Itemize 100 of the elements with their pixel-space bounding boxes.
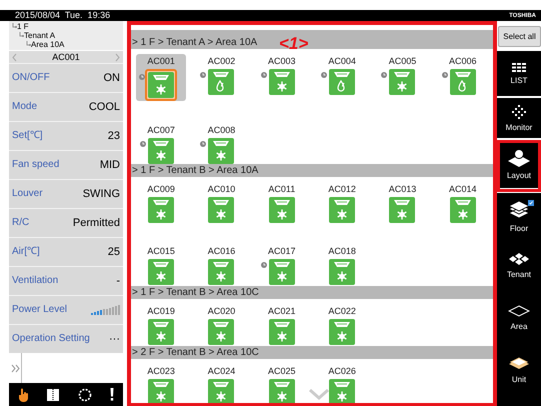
breadcrumb-bar: > 1 F > Tenant B > Area 10C bbox=[131, 286, 493, 299]
ac-unit-icon[interactable] bbox=[148, 72, 174, 98]
property-value[interactable]: ON bbox=[104, 72, 120, 84]
snowflake-icon bbox=[276, 330, 287, 342]
unit-label: AC002 bbox=[208, 56, 236, 67]
ac-unit-icon[interactable] bbox=[208, 379, 234, 403]
property-value[interactable]: 25 bbox=[108, 246, 120, 258]
droplet-icon bbox=[458, 80, 466, 92]
property-value[interactable]: COOL bbox=[88, 102, 120, 112]
ac-unit-icon[interactable] bbox=[329, 259, 356, 285]
annotation-label: <1> bbox=[279, 35, 308, 52]
previous-icon[interactable] bbox=[12, 52, 17, 62]
snowflake-icon bbox=[216, 150, 226, 162]
breadcrumb-bar: > 1 F > Tenant B > Area 10A bbox=[131, 164, 493, 177]
snowflake-icon bbox=[276, 390, 287, 402]
property-value[interactable]: - bbox=[116, 276, 120, 286]
unit-label: AC022 bbox=[328, 306, 356, 317]
unit-label: AC021 bbox=[268, 306, 296, 317]
property-label: Ventilation bbox=[12, 276, 58, 286]
ac-unit-icon[interactable] bbox=[208, 138, 234, 164]
level-button[interactable]: Tenant bbox=[497, 240, 541, 292]
unit-label: AC004 bbox=[328, 56, 356, 67]
property-value[interactable]: ··· bbox=[109, 334, 120, 344]
unit-label: AC010 bbox=[208, 184, 236, 195]
next-icon[interactable] bbox=[115, 52, 120, 62]
snowflake-icon bbox=[337, 208, 348, 220]
snowflake-icon bbox=[156, 270, 166, 282]
snowflake-icon bbox=[156, 84, 166, 96]
tiles-icon bbox=[508, 253, 530, 265]
snowflake-icon bbox=[156, 208, 166, 220]
ac-unit-icon[interactable] bbox=[450, 197, 476, 223]
property-value[interactable]: 23 bbox=[108, 130, 120, 142]
diamond-grid-icon bbox=[509, 104, 529, 118]
snowflake-icon bbox=[216, 390, 226, 402]
expand-icon[interactable] bbox=[10, 364, 20, 372]
ac-unit-icon[interactable] bbox=[208, 259, 234, 285]
ac-unit-icon[interactable] bbox=[389, 69, 416, 95]
unit-label: AC025 bbox=[268, 366, 296, 377]
tree-branch-icon bbox=[19, 32, 24, 39]
ac-unit-icon[interactable] bbox=[268, 197, 295, 223]
snowflake-icon bbox=[276, 80, 287, 92]
property-label: Mode bbox=[12, 102, 38, 112]
property-label: Set[℃] bbox=[12, 131, 43, 141]
property-value[interactable]: MID bbox=[100, 160, 120, 170]
breadcrumb-bar: > 2 F > Tenant B > Area 10C bbox=[131, 346, 493, 359]
property-label: ON/OFF bbox=[12, 73, 50, 83]
select-all-button[interactable]: Select all bbox=[498, 26, 541, 47]
snowflake-icon bbox=[276, 208, 287, 220]
unit-label: AC005 bbox=[388, 56, 416, 67]
level-button[interactable]: Floor bbox=[497, 188, 541, 240]
ac-unit-icon[interactable] bbox=[148, 259, 174, 285]
property-label: Power Level bbox=[12, 305, 68, 315]
unit-label: AC016 bbox=[208, 246, 236, 257]
date-time: 2015/08/04 Tue. 19:36 bbox=[15, 11, 110, 20]
level-button[interactable]: Area bbox=[497, 292, 541, 344]
hand-pointer-icon[interactable] bbox=[18, 388, 30, 402]
diamond-outline-icon bbox=[508, 305, 530, 317]
unit-label: AC008 bbox=[208, 125, 236, 136]
unit-label: AC018 bbox=[328, 246, 356, 257]
tree-item[interactable]: Tenant A bbox=[24, 31, 56, 40]
book-icon[interactable] bbox=[47, 388, 60, 400]
ac-unit-icon[interactable] bbox=[148, 319, 174, 345]
unit-label: AC013 bbox=[388, 184, 416, 195]
ac-unit-icon[interactable] bbox=[268, 379, 295, 403]
unit-label: AC009 bbox=[147, 184, 175, 195]
droplet-icon bbox=[216, 80, 224, 92]
property-value[interactable]: Permitted bbox=[72, 218, 120, 228]
scroll-down-icon[interactable] bbox=[309, 388, 329, 400]
unit-label: AC011 bbox=[268, 184, 296, 195]
unit-label: AC012 bbox=[328, 184, 356, 195]
snowflake-icon bbox=[337, 390, 348, 402]
ac-unit-icon[interactable] bbox=[268, 259, 295, 285]
ac-unit-icon[interactable] bbox=[329, 69, 356, 95]
unit-label: AC014 bbox=[449, 184, 477, 195]
tree-item[interactable]: 1 F bbox=[17, 22, 29, 31]
map-pin-icon bbox=[507, 148, 531, 166]
ac-unit-icon[interactable] bbox=[329, 319, 356, 345]
ac-unit-icon[interactable] bbox=[450, 69, 476, 95]
ac-unit-icon[interactable] bbox=[148, 138, 174, 164]
ac-unit-icon[interactable] bbox=[148, 197, 174, 223]
ac-unit-icon[interactable] bbox=[148, 379, 174, 403]
ac-unit-icon[interactable] bbox=[268, 319, 295, 345]
snowflake-icon bbox=[337, 330, 348, 342]
snowflake-icon bbox=[397, 80, 408, 92]
ac-unit-icon[interactable] bbox=[268, 69, 295, 95]
alert-icon[interactable] bbox=[110, 388, 114, 401]
ac-unit-icon[interactable] bbox=[329, 379, 356, 403]
ac-unit-icon[interactable] bbox=[329, 197, 356, 223]
ac-unit-icon[interactable] bbox=[208, 69, 234, 95]
snowflake-icon bbox=[337, 270, 348, 282]
dotted-circle-icon[interactable] bbox=[78, 388, 92, 402]
tree-item[interactable]: Area 10A bbox=[31, 40, 64, 49]
ac-unit-icon[interactable] bbox=[208, 319, 234, 345]
unit-label: AC026 bbox=[328, 366, 356, 377]
ac-unit-icon[interactable] bbox=[208, 197, 234, 223]
ac-unit-icon[interactable] bbox=[389, 197, 416, 223]
tree-branch-icon bbox=[26, 41, 31, 48]
property-value[interactable]: SWING bbox=[82, 188, 120, 200]
stacked-tile-icon bbox=[507, 356, 531, 370]
level-button[interactable]: Unit bbox=[497, 344, 541, 396]
